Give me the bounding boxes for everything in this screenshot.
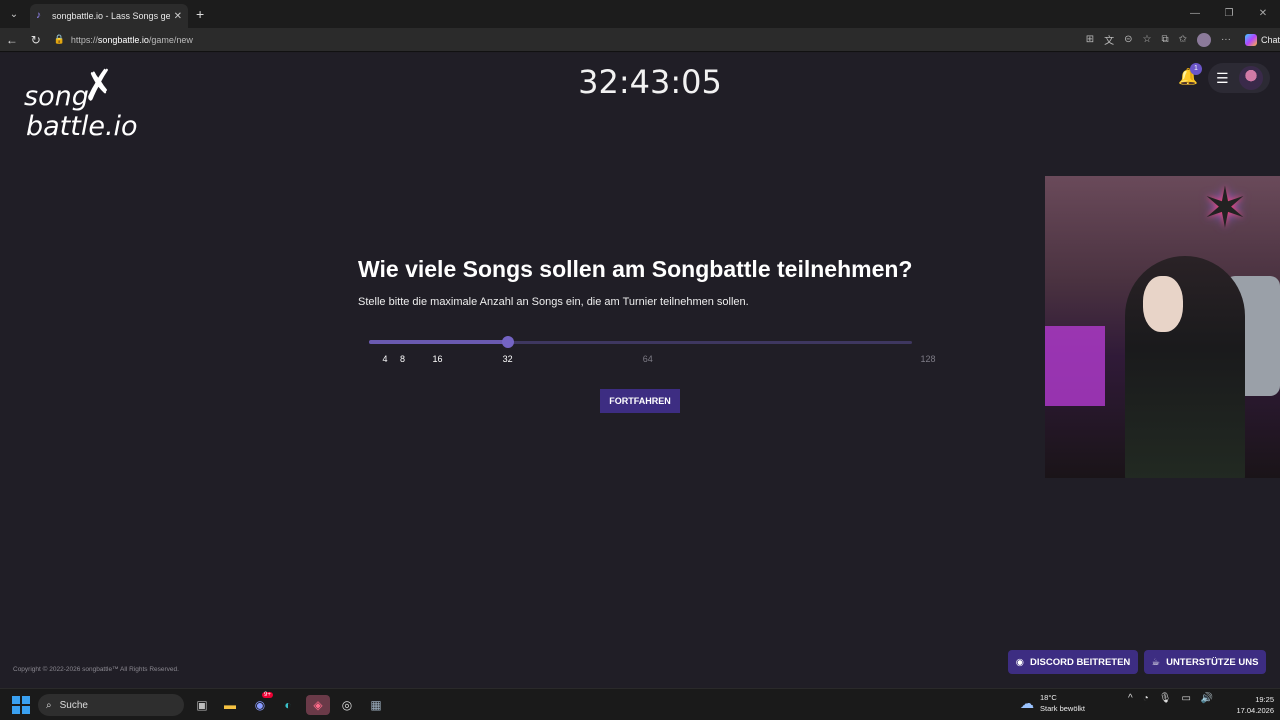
copyright-text: Copyright © 2022-2026 songbattle™ All Ri… (13, 666, 179, 673)
copilot-chat-button[interactable]: Chat (1244, 33, 1280, 46)
favorite-star-icon[interactable]: ☆ (1142, 34, 1151, 45)
slider-tick-label[interactable]: 32 (503, 354, 513, 364)
url-host: songbattle.io (97, 34, 149, 45)
profile-avatar[interactable] (1196, 32, 1211, 47)
webcam-neon-light (1045, 326, 1105, 406)
page-subtext: Stelle bitte die maximale Anzahl an Song… (358, 296, 749, 308)
clock-date: 17.04.2026 (1236, 706, 1274, 715)
hamburger-menu-icon: ☰ (1216, 69, 1229, 86)
slider-tick-label[interactable]: 8 (400, 354, 405, 364)
podcast-app-icon[interactable]: ◈ (306, 695, 330, 715)
notification-badge: 1 (1190, 63, 1202, 75)
microphone-icon[interactable]: 🎙 (1159, 693, 1172, 704)
calculator-icon[interactable]: ▦ (366, 695, 386, 715)
slider-tick-label[interactable]: 16 (433, 354, 443, 364)
support-us-button[interactable]: ☕ UNTERSTÜTZE UNS (1144, 650, 1266, 674)
close-window-icon[interactable]: ✕ (1246, 0, 1280, 28)
refresh-icon[interactable]: ↻ (24, 33, 48, 47)
network-icon[interactable]: ▭ (1181, 693, 1190, 704)
slider-tick-label[interactable]: 64 (643, 354, 653, 364)
discord-badge: 9+ (262, 692, 273, 698)
tray-app-icon[interactable]: ◔ (1143, 693, 1149, 704)
webcam-face (1143, 276, 1183, 332)
discord-label: DISCORD BEITRETEN (1030, 656, 1131, 668)
translate-icon[interactable]: 文 (1104, 32, 1114, 47)
minimize-icon[interactable]: — (1178, 0, 1212, 28)
weather-desc: Stark bewölkt (1040, 704, 1086, 713)
discord-taskbar-icon[interactable]: ◉ 9+ (250, 692, 273, 715)
page-question: Wie viele Songs sollen am Songbattle tei… (358, 256, 913, 282)
user-avatar (1238, 66, 1263, 90)
song-count-slider[interactable]: 4 8 16 32 64 128 (369, 336, 936, 377)
coffee-icon: ☕ (1151, 656, 1161, 668)
tray-expand-icon[interactable]: ^ (1128, 693, 1133, 704)
webcam-overlay: ✶ (1045, 176, 1280, 478)
webcam-star-decoration: ✶ (1201, 176, 1249, 239)
user-menu-button[interactable]: ☰ (1208, 63, 1270, 93)
favorites-icon[interactable]: ✩ (1179, 34, 1187, 45)
close-tab-icon[interactable]: ✕ (174, 11, 182, 22)
file-explorer-icon[interactable]: ▬ (220, 695, 240, 715)
maximize-icon[interactable]: ❐ (1212, 0, 1246, 28)
support-label: UNTERSTÜTZE UNS (1166, 656, 1259, 668)
weather-temp: 18°C (1040, 693, 1057, 702)
extensions-icon[interactable]: ⧉ (1161, 34, 1168, 45)
slider-fill (369, 340, 508, 344)
slider-handle[interactable] (501, 336, 514, 348)
discord-icon: ◉ (1015, 656, 1024, 668)
task-view-icon[interactable]: ▣ (192, 695, 212, 715)
new-tab-icon[interactable]: + (196, 6, 204, 22)
browser-toolbar: ⊞ 文 ⊝ ☆ ⧉ ✩ ··· Chat (1086, 32, 1280, 47)
slider-tick-label[interactable]: 128 (920, 354, 935, 364)
browser-tabbar: ⌄ ♪ songbattle.io - Lass Songs gegene ✕ … (0, 0, 1280, 28)
lock-icon[interactable]: 🔒 (54, 34, 65, 45)
url-field[interactable]: 🔒 https://songbattle.io/game/new (54, 30, 1086, 50)
search-icon: ⌕ (46, 699, 52, 711)
discord-join-button[interactable]: ◉ DISCORD BEITRETEN (1008, 650, 1138, 674)
app-icon[interactable]: ⊞ (1086, 34, 1094, 45)
address-bar: ← ↻ 🔒 https://songbattle.io/game/new ⊞ 文… (0, 28, 1280, 52)
songbattle-logo[interactable]: ✗ song battle.io (22, 62, 152, 143)
cloud-icon: ☁ (1020, 694, 1034, 711)
volume-icon[interactable]: 🔊 (1201, 693, 1213, 704)
songbattle-favicon-icon: ♪ (36, 10, 41, 21)
system-tray: ^ ◔ 🎙 ▭ 🔊 (1128, 693, 1213, 704)
continue-button[interactable]: FORTFAHREN (600, 389, 680, 413)
countdown-timer: 32:43:05 (578, 63, 722, 101)
window-controls: — ❐ ✕ (1178, 0, 1280, 28)
logo-line1: song (24, 81, 89, 112)
tab-title: songbattle.io - Lass Songs gegene (52, 11, 170, 21)
taskbar-search[interactable]: ⌕ Suche (38, 694, 184, 716)
url-path: /game/new (148, 34, 193, 45)
edge-browser-icon[interactable]: ◐ (278, 695, 298, 715)
slider-tick-label[interactable]: 4 (382, 354, 387, 364)
back-icon[interactable]: ← (0, 33, 24, 47)
weather-widget[interactable]: ☁ 18°C Stark bewölkt (1020, 692, 1085, 714)
windows-start-icon[interactable] (12, 696, 30, 714)
tab-actions-icon[interactable]: ⌄ (4, 4, 24, 24)
clock-time: 19:25 (1255, 695, 1274, 704)
reader-icon[interactable]: ⊝ (1124, 34, 1132, 45)
search-placeholder: Suche (59, 699, 88, 711)
windows-taskbar: ⌕ Suche ▣ ▬ ◉ 9+ ◐ ◈ ◎ ▦ ☁ 18°C Stark bew… (0, 688, 1280, 720)
browser-tab[interactable]: ♪ songbattle.io - Lass Songs gegene ✕ (30, 4, 188, 28)
songbattle-page: ✗ song battle.io 32:43:05 🔔 1 ☰ Wie viel… (0, 53, 1280, 688)
url-prefix: https:// (70, 34, 98, 45)
logo-line2: battle.io (26, 111, 138, 142)
more-icon[interactable]: ··· (1221, 34, 1231, 45)
notifications-bell-icon[interactable]: 🔔 1 (1178, 63, 1202, 87)
chat-label: Chat (1260, 34, 1280, 45)
obs-icon[interactable]: ◎ (337, 695, 357, 715)
webcam-person (1125, 256, 1245, 478)
copilot-icon (1244, 33, 1257, 46)
taskbar-clock[interactable]: 19:25 17.04.2026 (1224, 694, 1274, 716)
